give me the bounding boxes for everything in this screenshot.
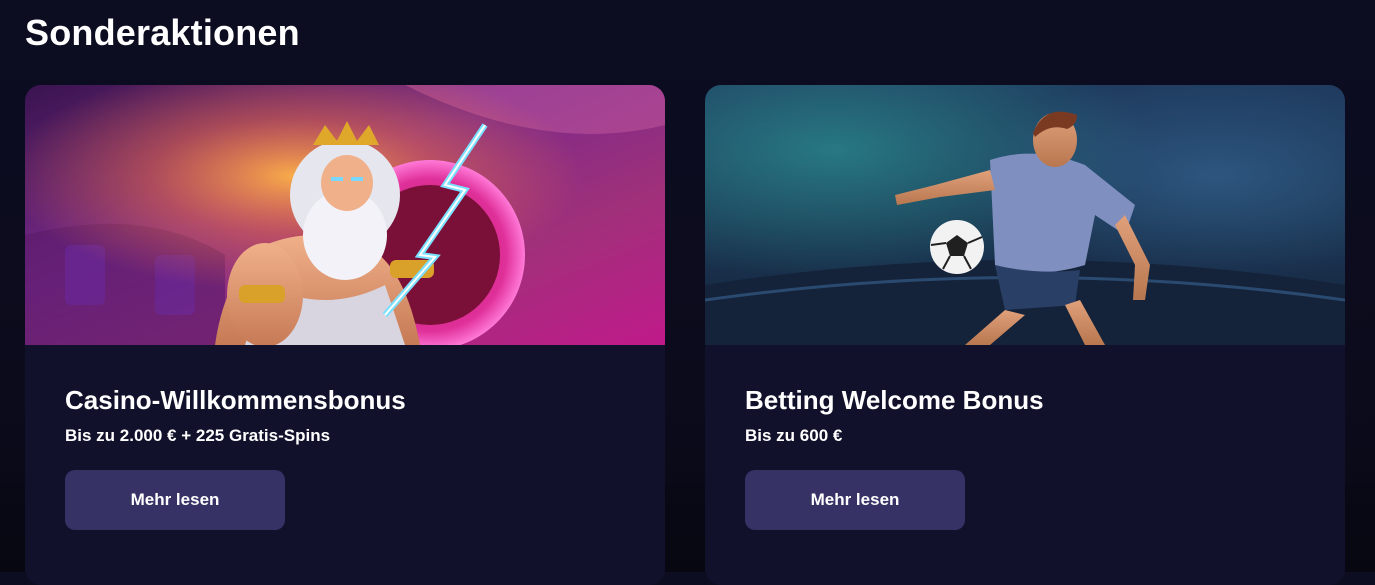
promo-banner-betting[interactable] [705,85,1345,345]
promo-card-betting[interactable]: Betting Welcome Bonus Bis zu 600 € Mehr … [705,85,1345,585]
promo-banner-casino[interactable] [25,85,665,345]
football-banner-illustration [705,85,1345,345]
promo-subtitle: Bis zu 2.000 € + 225 Gratis-Spins [65,426,331,445]
promo-title: Betting Welcome Bonus [745,385,1044,415]
promo-subtitle: Bis zu 600 € [745,426,843,445]
read-more-button[interactable]: Mehr lesen [65,470,285,530]
read-more-button[interactable]: Mehr lesen [745,470,965,530]
promo-card-casino[interactable]: Casino-Willkommensbonus Bis zu 2.000 € +… [25,85,665,585]
zeus-banner-illustration [25,85,665,345]
section-title: Sonderaktionen [25,12,300,53]
promo-title: Casino-Willkommensbonus [65,385,406,415]
